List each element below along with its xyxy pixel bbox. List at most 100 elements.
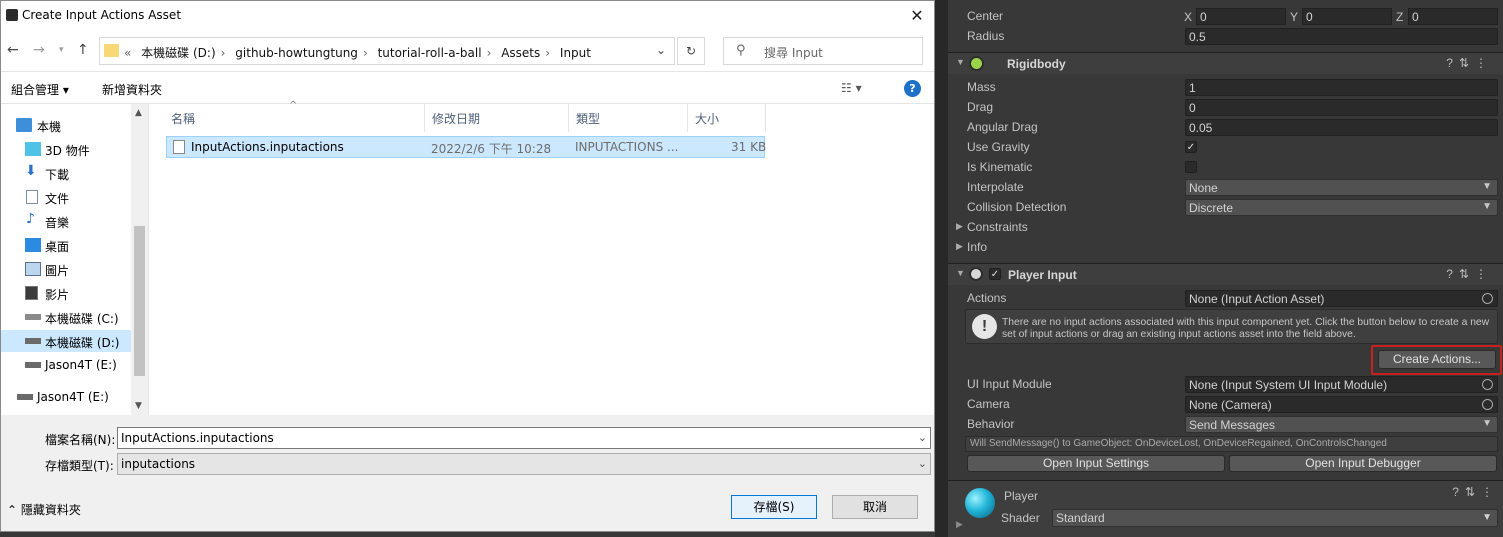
dialog-titlebar: Create Input Actions Asset ✕ — [1, 1, 934, 31]
scroll-down-icon[interactable]: ▼ — [135, 401, 142, 411]
sidebar-item-selected[interactable]: 本機磁碟 (D:) — [1, 330, 131, 352]
recent-dropdown-icon[interactable]: ▾ — [59, 45, 64, 55]
unity-inspector: Center X0 Y0 Z0 Radius 0.5 ▼ Rigidbody ?… — [948, 0, 1503, 537]
sidebar-item[interactable]: 桌面 — [1, 234, 131, 256]
scrollbar-thumb[interactable] — [134, 226, 145, 376]
forward-arrow-icon[interactable]: → — [33, 42, 45, 58]
scroll-up-icon[interactable]: ▲ — [135, 108, 142, 118]
foldout-collapsed-icon[interactable]: ▶ — [956, 519, 963, 530]
sidebar-item[interactable]: ⬇ 下載 — [1, 162, 131, 184]
is-kinematic-checkbox[interactable] — [1185, 161, 1197, 173]
open-input-settings-button[interactable]: Open Input Settings — [967, 455, 1225, 472]
actions-object-field[interactable]: None (Input Action Asset) — [1185, 290, 1498, 307]
breadcrumb-item[interactable]: Input — [560, 46, 591, 60]
sort-ascending-icon: ^ — [289, 100, 298, 111]
collision-detection-dropdown[interactable]: Discrete ▼ — [1185, 199, 1498, 216]
sidebar-item[interactable]: 本機 — [1, 114, 131, 136]
breadcrumb-item[interactable]: Assets — [501, 46, 540, 60]
warning-icon: ! — [972, 314, 997, 339]
sidebar-item[interactable]: 3D 物件 — [1, 138, 131, 160]
breadcrumb-item[interactable]: tutorial-roll-a-ball — [378, 46, 482, 60]
help-box: ! There are no input actions associated … — [965, 309, 1498, 344]
radius-field[interactable]: 0.5 — [1185, 28, 1498, 45]
organize-button[interactable]: 組合管理 ▾ — [11, 81, 69, 98]
column-header-size[interactable]: 大小 — [695, 110, 719, 127]
sidebar-item[interactable]: 本機磁碟 (C:) — [1, 306, 131, 328]
computer-icon — [16, 118, 32, 132]
breadcrumb-item[interactable]: github-howtungtung — [235, 46, 358, 60]
folder-icon — [104, 44, 119, 57]
sidebar-item[interactable]: 圖片 — [1, 258, 131, 280]
shader-dropdown[interactable]: Standard ▼ — [1052, 509, 1498, 527]
hide-folders-toggle[interactable]: ⌃ 隱藏資料夾 — [7, 501, 81, 518]
behavior-info: Will SendMessage() to GameObject: OnDevi… — [965, 436, 1498, 452]
cancel-button[interactable]: 取消 — [832, 495, 918, 519]
dialog-footer: 檔案名稱(N): InputActions.inputactions ⌄ 存檔類… — [1, 415, 934, 531]
angular-drag-field[interactable]: 0.05 — [1185, 119, 1498, 136]
view-options-icon[interactable]: ☷ ▾ — [841, 81, 862, 95]
player-input-icon — [969, 267, 983, 281]
use-gravity-checkbox[interactable]: ✓ — [1185, 141, 1197, 153]
foldout-expanded-icon[interactable]: ▼ — [956, 57, 965, 67]
help-icon[interactable]: ? — [904, 80, 921, 97]
file-type: INPUTACTIONS ... — [575, 140, 679, 154]
ui-input-module-field[interactable]: None (Input System UI Input Module) — [1185, 376, 1498, 393]
refresh-icon[interactable]: ↻ — [677, 37, 705, 65]
behavior-dropdown[interactable]: Send Messages ▼ — [1185, 416, 1498, 433]
drag-field[interactable]: 0 — [1185, 99, 1498, 116]
component-tools[interactable]: ?⇅⋮ — [1452, 485, 1499, 499]
picture-icon — [25, 262, 41, 276]
highlight-box — [1371, 345, 1502, 375]
column-header-modified[interactable]: 修改日期 — [432, 110, 480, 127]
unity-app-icon — [6, 9, 18, 21]
sidebar-item[interactable]: Jason4T (E:) — [1, 354, 131, 376]
chevron-down-icon[interactable]: ⌄ — [918, 431, 927, 444]
breadcrumb-item[interactable]: 本機磁碟 (D:) — [141, 46, 215, 60]
file-row[interactable]: InputActions.inputactions 2022/2/6 下午 10… — [166, 136, 766, 158]
column-header-type[interactable]: 類型 — [576, 110, 600, 127]
download-icon: ⬇ — [25, 163, 37, 179]
player-input-enabled-checkbox[interactable]: ✓ — [989, 268, 1001, 280]
material-name: Player — [1004, 489, 1039, 503]
open-input-debugger-button[interactable]: Open Input Debugger — [1229, 455, 1497, 472]
breadcrumb-overflow[interactable]: « — [124, 46, 131, 60]
material-preview-sphere — [965, 488, 995, 518]
sidebar-item[interactable]: Jason4T (E:) — [1, 386, 131, 408]
mass-field[interactable]: 1 — [1185, 79, 1498, 96]
object-picker-icon[interactable] — [1482, 379, 1493, 390]
dialog-title: Create Input Actions Asset — [22, 8, 182, 22]
sidebar-scrollbar[interactable]: ▲ ▼ — [131, 104, 148, 416]
new-folder-button[interactable]: 新增資料夾 — [102, 81, 162, 98]
rigidbody-icon — [969, 56, 984, 71]
close-icon[interactable]: ✕ — [906, 5, 928, 27]
back-arrow-icon[interactable]: ← — [7, 42, 19, 58]
drive-icon — [17, 394, 33, 400]
chevron-down-icon[interactable]: ⌄ — [656, 43, 666, 57]
component-tools[interactable]: ?⇅⋮ — [1446, 267, 1493, 281]
camera-field[interactable]: None (Camera) — [1185, 396, 1498, 413]
filetype-select[interactable]: inputactions ⌄ — [117, 453, 931, 475]
object-picker-icon[interactable] — [1482, 399, 1493, 410]
up-arrow-icon[interactable]: ↑ — [77, 42, 89, 58]
file-list: ^ 名稱 修改日期 類型 大小 InputActions.inputaction… — [148, 100, 934, 415]
save-button[interactable]: 存檔(S) — [731, 495, 817, 519]
sidebar-item[interactable]: 影片 — [1, 282, 131, 304]
object-picker-icon[interactable] — [1482, 293, 1493, 304]
foldout-expanded-icon[interactable]: ▼ — [956, 268, 965, 278]
sidebar-item[interactable]: ♪ 音樂 — [1, 210, 131, 232]
drive-icon — [25, 314, 41, 320]
address-bar[interactable]: « 本機磁碟 (D:) › github-howtungtung › tutoria… — [99, 37, 675, 65]
navigation-bar: ← → ▾ ↑ « 本機磁碟 (D:) › github-howtungtung ›… — [1, 31, 934, 71]
column-header-name[interactable]: 名稱 — [171, 110, 195, 127]
player-input-header[interactable]: ▼ ✓ Player Input ?⇅⋮ — [948, 263, 1503, 285]
rigidbody-header[interactable]: ▼ Rigidbody ?⇅⋮ — [948, 52, 1503, 74]
search-input[interactable]: ⚲ 搜尋 Input — [723, 37, 923, 65]
document-icon — [26, 190, 38, 204]
chevron-down-icon: ⌄ — [917, 457, 927, 470]
breadcrumb: « 本機磁碟 (D:) › github-howtungtung › tutoria… — [124, 46, 591, 60]
panel-divider — [935, 0, 948, 537]
interpolate-dropdown[interactable]: None ▼ — [1185, 179, 1498, 196]
sidebar-item[interactable]: 文件 — [1, 186, 131, 208]
filename-input[interactable]: InputActions.inputactions ⌄ — [117, 427, 931, 449]
component-tools[interactable]: ?⇅⋮ — [1446, 56, 1493, 70]
